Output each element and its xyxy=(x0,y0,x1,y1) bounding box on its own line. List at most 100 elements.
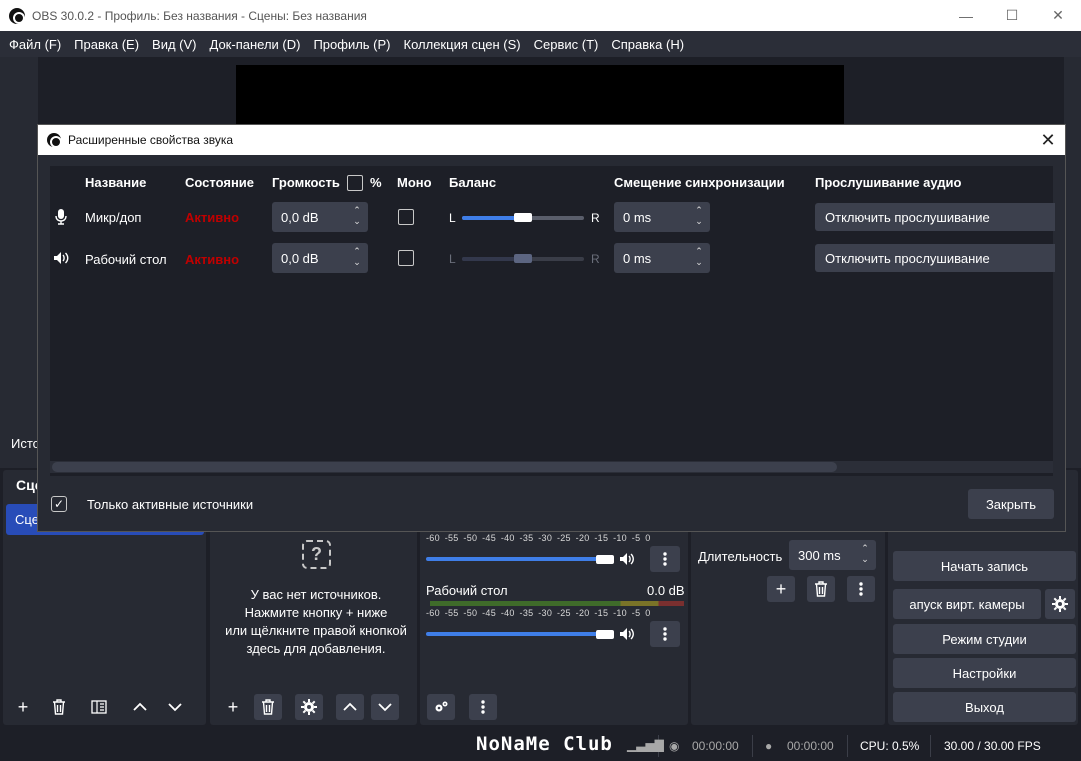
menu-docks[interactable]: Док-панели (D) xyxy=(205,37,306,52)
move-scene-down-button[interactable] xyxy=(161,694,189,720)
start-virtual-camera-button[interactable]: апуск вирт. камеры xyxy=(893,589,1041,619)
col-header-status: Состояние xyxy=(185,175,255,190)
menu-scene-collection[interactable]: Коллекция сцен (S) xyxy=(399,37,526,52)
menu-tools[interactable]: Сервис (T) xyxy=(529,37,604,52)
kebab-menu-icon xyxy=(663,552,667,566)
mixer-scale-1: -60 -55 -50 -45 -40 -35 -30 -25 -20 -15 … xyxy=(426,533,651,543)
minimize-button[interactable]: — xyxy=(943,0,989,31)
gear-icon xyxy=(301,699,317,715)
sources-empty-message: У вас нет источников. Нажмите кнопку + н… xyxy=(212,586,420,658)
row-1-sync-offset-spinbox[interactable]: 0 ms ⌃ ⌄ xyxy=(614,202,710,232)
mixer-options-button[interactable] xyxy=(469,694,497,720)
mixer-menu-button-2[interactable] xyxy=(650,621,680,647)
mixer-menu-button-1[interactable] xyxy=(650,546,680,572)
row-2-volume-value: 0,0 dB xyxy=(281,251,319,266)
empty-line-4: здесь для добавления. xyxy=(246,641,386,656)
move-source-down-button[interactable] xyxy=(371,694,399,720)
dialog-close-icon[interactable]: ✕ xyxy=(1037,129,1059,151)
row-1-monitoring-value: Отключить прослушивание xyxy=(825,210,990,225)
spin-arrows-icon[interactable]: ⌃ ⌄ xyxy=(694,205,704,227)
empty-line-2: Нажмите кнопку + ниже xyxy=(244,605,388,620)
row-2-mono-checkbox[interactable] xyxy=(398,250,414,266)
row-2-monitoring-dropdown[interactable]: Отключить прослушивание xyxy=(815,244,1055,272)
obs-logo-icon xyxy=(47,133,62,148)
col-header-monitoring: Прослушивание аудио xyxy=(815,175,962,190)
duration-spinbox[interactable]: 300 ms ⌃ ⌄ xyxy=(789,540,876,570)
menu-edit[interactable]: Правка (E) xyxy=(69,37,144,52)
row-2-balance-right-label: R xyxy=(591,252,600,266)
mixer-scale-2: -60 -55 -50 -45 -40 -35 -30 -25 -20 -15 … xyxy=(426,608,651,618)
spin-arrows-icon[interactable]: ⌃ ⌄ xyxy=(694,246,704,268)
virtual-camera-settings-button[interactable] xyxy=(1045,589,1075,619)
close-window-button[interactable]: ✕ xyxy=(1035,0,1081,31)
trash-icon xyxy=(815,581,827,597)
spin-arrows-icon[interactable]: ⌃ ⌄ xyxy=(352,205,362,227)
title-bar: OBS 30.0.2 - Профиль: Без названия - Сце… xyxy=(0,0,1081,31)
empty-line-1: У вас нет источников. xyxy=(250,587,382,602)
status-separator xyxy=(752,735,753,757)
mute-toggle-2[interactable] xyxy=(614,621,640,647)
source-properties-button[interactable] xyxy=(295,694,323,720)
mixer-volume-thumb-2[interactable] xyxy=(596,630,614,639)
only-active-checkbox[interactable]: ✓ xyxy=(51,496,67,512)
row-2-sync-offset-spinbox[interactable]: 0 ms ⌃ ⌄ xyxy=(614,243,710,273)
stream-status-icon: ◉ xyxy=(669,739,680,753)
advanced-audio-button[interactable] xyxy=(427,694,455,720)
menu-profile[interactable]: Профиль (P) xyxy=(308,37,395,52)
spin-arrows-icon[interactable]: ⌃ ⌄ xyxy=(352,246,362,268)
stream-time: 00:00:00 xyxy=(692,739,739,753)
remove-transition-button[interactable] xyxy=(807,576,835,602)
only-active-label: Только активные источники xyxy=(87,497,254,512)
mixer-channel-name-2: Рабочий стол xyxy=(426,583,508,598)
mute-toggle-1[interactable] xyxy=(614,546,640,572)
col-header-volume: Громкость xyxy=(272,175,340,190)
status-separator xyxy=(847,735,848,757)
status-separator xyxy=(930,735,931,757)
window-title: OBS 30.0.2 - Профиль: Без названия - Сце… xyxy=(32,8,367,23)
mixer-channel-db-2: 0.0 dB xyxy=(647,583,685,598)
maximize-button[interactable]: ☐ xyxy=(989,0,1035,31)
dialog-close-button[interactable]: Закрыть xyxy=(968,489,1054,519)
mixer-volume-slider-2[interactable] xyxy=(426,632,612,636)
duration-label: Длительность xyxy=(698,549,783,564)
transition-properties-button[interactable] xyxy=(847,576,875,602)
menu-help[interactable]: Справка (H) xyxy=(606,37,689,52)
row-1-mono-checkbox[interactable] xyxy=(398,209,414,225)
add-scene-button[interactable]: + xyxy=(9,694,37,720)
left-strip xyxy=(0,57,38,437)
advanced-audio-dialog: Расширенные свойства звука ✕ Название Со… xyxy=(38,125,1065,531)
row-1-status: Активно xyxy=(185,210,240,225)
chevron-up-icon xyxy=(133,702,147,711)
row-1-balance-left-label: L xyxy=(449,211,456,225)
volume-percent-checkbox[interactable] xyxy=(347,175,363,191)
microphone-icon xyxy=(55,209,67,228)
mixer-volume-thumb-1[interactable] xyxy=(596,555,614,564)
add-transition-button[interactable]: + xyxy=(767,576,795,602)
menu-view[interactable]: Вид (V) xyxy=(147,37,201,52)
menu-file[interactable]: Файл (F) xyxy=(4,37,66,52)
spin-arrows-icon[interactable]: ⌃ ⌄ xyxy=(860,543,870,565)
row-1-volume-spinbox[interactable]: 0,0 dB ⌃ ⌄ xyxy=(272,202,368,232)
preview-canvas[interactable] xyxy=(236,65,844,127)
cpu-usage: CPU: 0.5% xyxy=(860,739,920,753)
row-1-monitoring-dropdown[interactable]: Отключить прослушивание xyxy=(815,203,1055,231)
col-header-percent: % xyxy=(370,175,382,190)
row-1-balance-slider[interactable] xyxy=(514,213,532,222)
scene-filters-button[interactable] xyxy=(85,694,113,720)
settings-button[interactable]: Настройки xyxy=(893,658,1076,688)
move-scene-up-button[interactable] xyxy=(126,694,154,720)
row-2-balance-slider[interactable] xyxy=(514,254,532,263)
move-source-up-button[interactable] xyxy=(336,694,364,720)
remove-scene-button[interactable] xyxy=(45,694,73,720)
start-recording-button[interactable]: Начать запись xyxy=(893,551,1076,581)
exit-button[interactable]: Выход xyxy=(893,692,1076,722)
row-2-name: Рабочий стол xyxy=(85,252,167,267)
chevron-up-icon xyxy=(343,702,357,711)
studio-mode-button[interactable]: Режим студии xyxy=(893,624,1076,654)
row-2-volume-spinbox[interactable]: 0,0 dB ⌃ ⌄ xyxy=(272,243,368,273)
row-1-volume-value: 0,0 dB xyxy=(281,210,319,225)
remove-source-button[interactable] xyxy=(254,694,282,720)
horizontal-scrollbar[interactable] xyxy=(52,462,837,472)
mixer-volume-slider-1[interactable] xyxy=(426,557,612,561)
add-source-button[interactable]: + xyxy=(219,694,247,720)
